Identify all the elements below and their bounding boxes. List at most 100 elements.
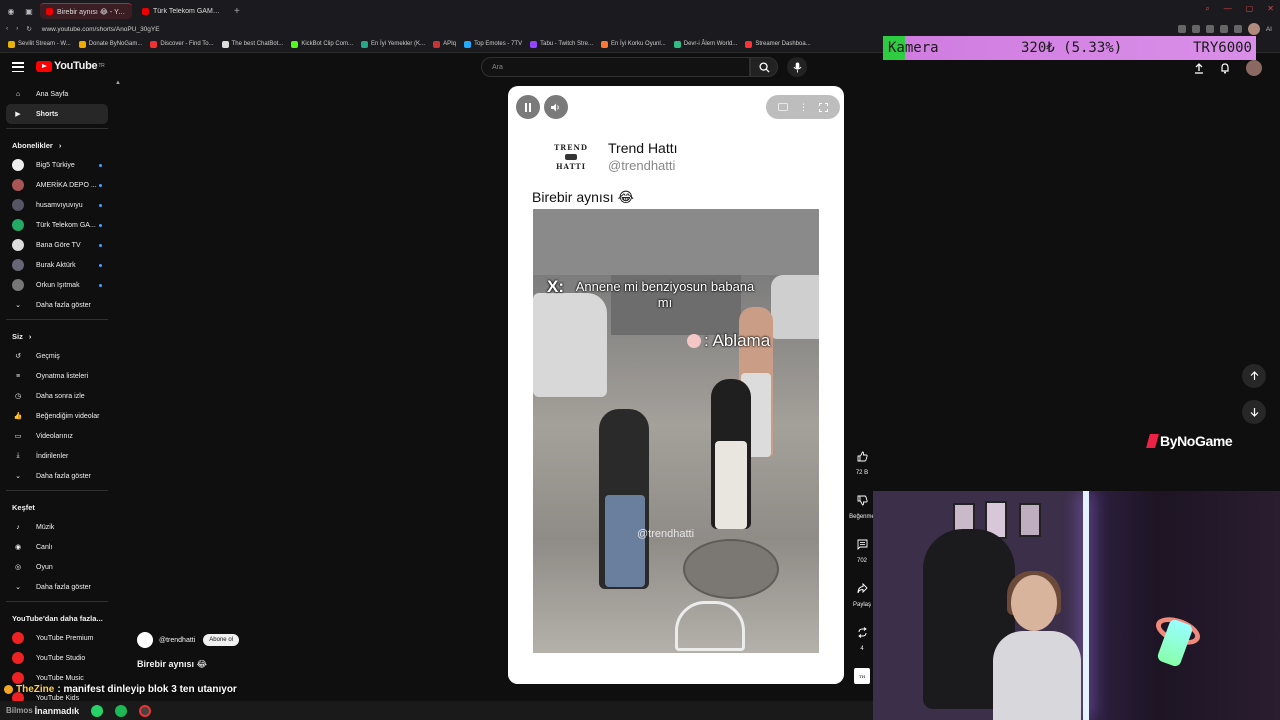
tab-overview-icon[interactable]: ▣ <box>22 4 36 18</box>
maximize-button[interactable]: ▢ <box>1246 4 1254 14</box>
youtube-product-icon <box>12 652 24 664</box>
bookmark-favicon-icon <box>433 40 441 48</box>
close-button[interactable]: ✕ <box>1267 4 1274 14</box>
channel-handle[interactable]: @trendhatti <box>159 637 195 644</box>
previous-short-button[interactable] <box>1242 364 1266 388</box>
extension-icon[interactable] <box>1191 25 1200 33</box>
sidebar: ⌂ Ana Sayfa ▶ Shorts Abonelikler › Big5 Türkiy… <box>0 84 118 704</box>
youtube-product-item[interactable]: YouTube Studio <box>6 648 108 668</box>
like-button[interactable]: 72 B <box>848 446 876 490</box>
sidebar-item-chevron-down[interactable]: ⌄ Daha fazla göster <box>6 466 108 486</box>
bookmark-item[interactable]: The best ChatBot... <box>221 40 283 48</box>
minimize-button[interactable]: — <box>1224 4 1232 14</box>
dislike-button[interactable]: Beğenme <box>848 490 876 534</box>
tab-youtube[interactable]: Birebir aynısı 😂 - YouTube <box>40 3 132 19</box>
search-input[interactable]: Ara <box>481 57 750 77</box>
back-icon[interactable]: ‹ <box>6 25 8 33</box>
search-button[interactable] <box>750 57 778 77</box>
tab-turk-telekom[interactable]: Türk Telekom GAMEON - <box>136 3 228 19</box>
explore-header[interactable]: Keşfet <box>0 497 118 517</box>
browser-tabbar: ◉ ▣ Birebir aynısı 😂 - YouTube Türk Tele… <box>0 0 1280 22</box>
sidebar-item-history[interactable]: ↺ Geçmiş <box>6 346 108 366</box>
subscription-item[interactable]: Big5 Türkiye <box>6 155 108 175</box>
obs-icon[interactable] <box>139 704 152 717</box>
header-actions <box>1194 60 1262 76</box>
ai-button[interactable]: AI <box>1266 26 1272 33</box>
subscription-item[interactable]: Bana Göre TV <box>6 235 108 255</box>
you-header[interactable]: Siz › <box>0 326 118 346</box>
channel-avatar[interactable] <box>137 632 153 648</box>
subscription-item[interactable]: Burak Aktürk <box>6 255 108 275</box>
bookmark-favicon-icon <box>78 40 86 48</box>
volume-button[interactable] <box>544 95 568 119</box>
trend-hatti-logo: TREND HATTI <box>542 128 600 186</box>
browser-menu-icon[interactable]: ◉ <box>4 4 18 18</box>
sidebar-item-liked[interactable]: 👍 Beğendiğim videolar <box>6 406 108 426</box>
bookmark-item[interactable]: En İyi Yemekler (K... <box>361 40 425 48</box>
spotify-icon[interactable] <box>115 704 128 717</box>
upload-icon[interactable] <box>1194 62 1204 74</box>
sidebar-item-watch-later[interactable]: ◷ Daha sonra izle <box>6 386 108 406</box>
hamburger-menu-icon[interactable] <box>12 62 24 72</box>
sidebar-item-playlists[interactable]: ≡ Oynatma listeleri <box>6 366 108 386</box>
subscribe-button[interactable]: Abone ol <box>203 634 239 646</box>
subscriptions-header[interactable]: Abonelikler › <box>0 135 118 155</box>
url-field[interactable]: www.youtube.com/shorts/AnoPU_30gYE <box>42 26 160 33</box>
bookmark-item[interactable]: Donate ByNoGam... <box>78 40 142 48</box>
reload-icon[interactable]: ↻ <box>26 25 31 33</box>
notifications-bell-icon[interactable] <box>1220 62 1230 74</box>
forward-icon[interactable]: › <box>16 25 18 33</box>
sidebar-item-your-videos[interactable]: ▭ Videolarınız <box>6 426 108 446</box>
extension-icon[interactable] <box>1205 25 1214 33</box>
captions-icon[interactable] <box>777 103 788 111</box>
fullscreen-icon[interactable] <box>819 102 829 112</box>
extension-icon[interactable] <box>1219 25 1228 33</box>
sidebar-item-music[interactable]: ♪ Müzik <box>6 517 108 537</box>
sidebar-item-downloads[interactable]: ⤓ İndirilenler <box>6 446 108 466</box>
arrow-down-icon <box>1250 408 1258 417</box>
share-button[interactable]: Paylaş <box>848 578 876 622</box>
subscription-item[interactable]: husamvıyuvıyu <box>6 195 108 215</box>
sidebar-item-chevron-down[interactable]: ⌄ Daha fazla göster <box>6 577 108 597</box>
bookmark-item[interactable]: Tabu - Twitch Stre... <box>530 40 593 48</box>
comments-button[interactable]: 702 <box>848 534 876 578</box>
bookmark-item[interactable]: Streamer Dashboa... <box>745 40 811 48</box>
remix-icon <box>857 626 867 638</box>
profile-avatar[interactable] <box>1247 23 1260 35</box>
sidebar-item-live[interactable]: ◉ Canlı <box>6 537 108 557</box>
bookmark-item[interactable]: Discover - Find To... <box>150 40 214 48</box>
subscription-item[interactable]: Türk Telekom GA... <box>6 215 108 235</box>
new-tab-button[interactable]: + <box>234 6 240 17</box>
manhole-cover <box>683 539 779 599</box>
more-options-icon[interactable]: ⋮ <box>799 102 808 113</box>
video-watermark: @trendhatti <box>637 528 695 540</box>
more-from-youtube-header[interactable]: YouTube'dan daha fazla... <box>0 608 118 628</box>
bookmark-item[interactable]: En İyi Korku Oyunl... <box>601 40 666 48</box>
sidebar-scroll-up-icon[interactable]: ▲ <box>115 80 121 86</box>
youtube-logo[interactable]: YouTube TR <box>36 60 105 72</box>
remix-button[interactable]: 4 <box>848 622 876 666</box>
voice-search-button[interactable] <box>787 57 807 77</box>
sidebar-item-home[interactable]: ⌂ Ana Sayfa <box>6 84 108 104</box>
whatsapp-icon[interactable] <box>91 704 104 717</box>
pause-button[interactable] <box>516 95 540 119</box>
shorts-player[interactable]: ⋮ TREND HATTI Trend Hattı @trendhatti Bi… <box>508 86 844 684</box>
bookmark-item[interactable]: KickBot Clip Com... <box>291 40 353 48</box>
bookmark-item[interactable]: Devr-i Âlem World... <box>673 40 737 48</box>
subscription-item[interactable]: Orkun Işıtmak <box>6 275 108 295</box>
post-channel-handle: @trendhatti <box>608 158 676 173</box>
next-short-button[interactable] <box>1242 400 1266 424</box>
account-avatar[interactable] <box>1246 60 1262 76</box>
bookmark-item[interactable]: Top Emotes - 7TV <box>464 40 522 48</box>
sidebar-item-gaming[interactable]: ◎ Oyun <box>6 557 108 577</box>
channel-avatar <box>12 199 24 211</box>
search-tabs-icon[interactable]: ⌕ <box>1205 4 1209 14</box>
sidebar-item-shorts[interactable]: ▶ Shorts <box>6 104 108 124</box>
extension-icon[interactable] <box>1177 25 1186 33</box>
bookmark-item[interactable]: APIq <box>433 40 456 48</box>
subscription-item[interactable]: AMERİKA DEPO ... <box>6 175 108 195</box>
show-more-subscriptions[interactable]: ⌄ Daha fazla göster <box>6 295 108 315</box>
youtube-product-item[interactable]: YouTube Premium <box>6 628 108 648</box>
extension-icon[interactable] <box>1233 25 1242 33</box>
bookmark-item[interactable]: Sevilit Stream - W... <box>8 40 71 48</box>
